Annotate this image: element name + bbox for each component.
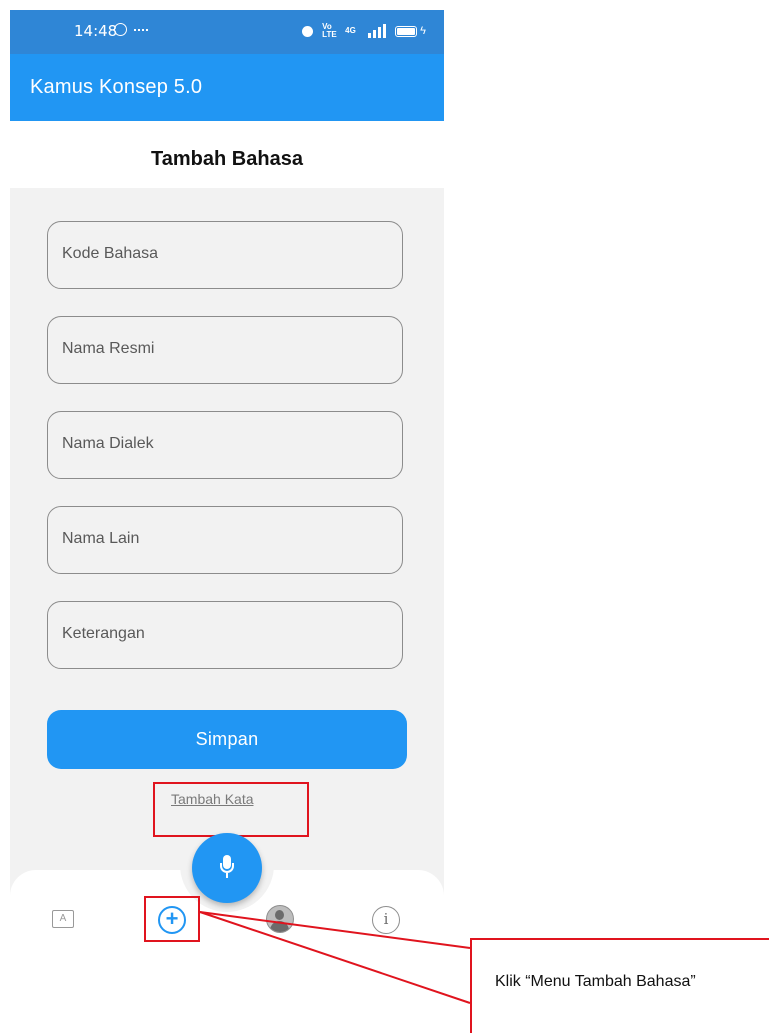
callout-leader-lines (199, 911, 471, 1004)
callout-text: Klik “Menu Tambah Bahasa” (495, 973, 696, 990)
